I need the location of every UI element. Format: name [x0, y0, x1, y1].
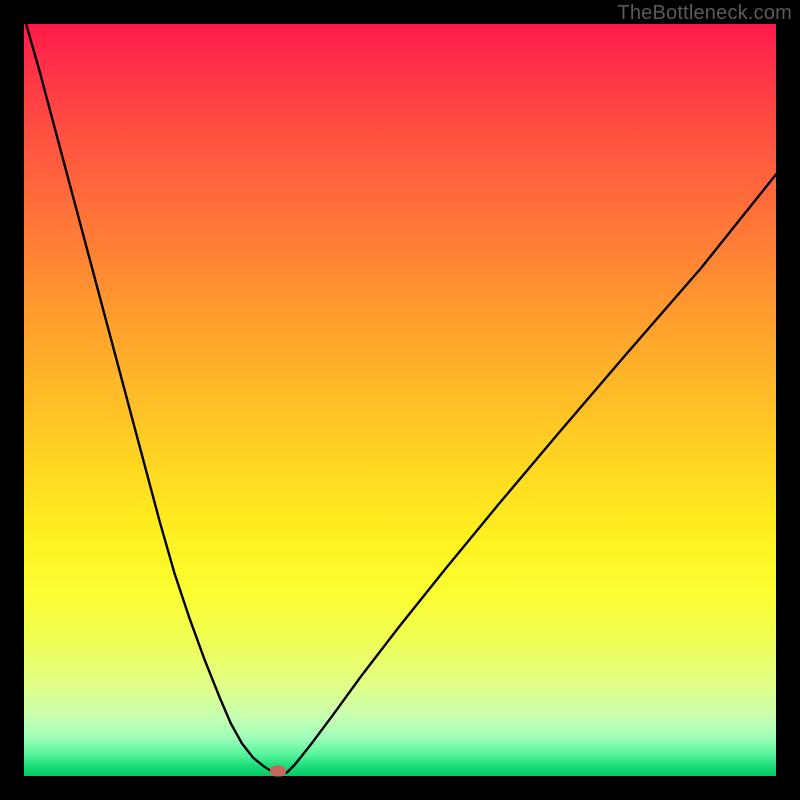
- watermark-text: TheBottleneck.com: [617, 2, 792, 25]
- bottleneck-curve: [24, 24, 776, 776]
- minimum-marker: [270, 766, 286, 777]
- chart-frame: TheBottleneck.com: [0, 0, 800, 800]
- plot-area: [24, 24, 776, 776]
